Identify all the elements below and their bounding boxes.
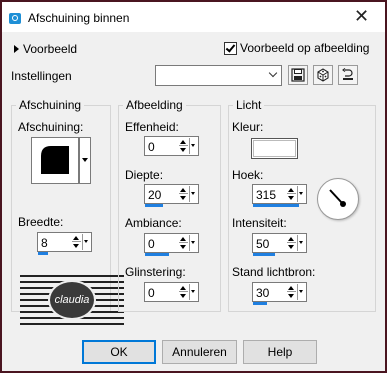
spin-arrows-icon[interactable] — [287, 284, 297, 300]
spin-arrows-icon[interactable] — [179, 138, 189, 154]
cancel-button[interactable]: Annuleren — [162, 340, 237, 364]
preview-on-image-label: Voorbeeld op afbeelding — [240, 41, 370, 55]
check-mark-icon — [225, 42, 236, 53]
angle-spinner[interactable]: 315 — [252, 184, 307, 204]
light-group-title: Licht — [233, 98, 265, 112]
random-button[interactable] — [313, 65, 333, 85]
ambience-label: Ambiance: — [125, 216, 182, 230]
preview-toggle-label: Voorbeeld — [23, 42, 78, 56]
angle-dial-needle-icon — [329, 189, 346, 207]
smoothness-value: 0 — [148, 140, 155, 154]
watermark-logo: claudia — [20, 275, 124, 325]
spin-arrows-icon[interactable] — [287, 235, 297, 251]
preview-toggle[interactable]: Voorbeeld — [11, 42, 91, 58]
dialog-window: Afschuining binnen ✕ Voorbeeld Voorbeeld… — [2, 2, 385, 371]
ambience-spinner[interactable]: 0 — [144, 233, 199, 253]
width-spinner[interactable]: 8 — [37, 232, 92, 252]
bevel-shape-preview[interactable] — [31, 137, 79, 184]
shininess-slider-dropdown[interactable] — [189, 284, 197, 300]
ambience-slider-dropdown[interactable] — [189, 235, 197, 251]
expand-arrow-icon — [14, 45, 19, 53]
save-preset-button[interactable] — [288, 65, 308, 85]
close-icon[interactable]: ✕ — [354, 6, 369, 26]
preview-on-image-checkbox[interactable] — [224, 42, 237, 55]
intensity-slider-fill — [253, 253, 275, 256]
window-title: Afschuining binnen — [28, 11, 130, 25]
manage-presets-icon — [342, 68, 353, 80]
angle-dial[interactable] — [317, 178, 359, 220]
ambience-value: 0 — [148, 237, 155, 251]
depth-label: Diepte: — [125, 168, 164, 182]
elevation-spinner[interactable]: 30 — [252, 282, 307, 302]
width-label: Breedte: — [18, 215, 64, 229]
ambience-slider-fill — [145, 253, 169, 256]
spin-arrows-icon[interactable] — [72, 234, 82, 250]
ok-button[interactable]: OK — [82, 340, 156, 364]
angle-slider-fill — [253, 204, 299, 207]
intensity-spinner[interactable]: 50 — [252, 233, 307, 253]
watermark-text: claudia — [48, 280, 96, 320]
color-label: Kleur: — [232, 120, 264, 134]
smoothness-label: Effenheid: — [125, 120, 179, 134]
width-slider-fill — [38, 252, 48, 255]
depth-slider-dropdown[interactable] — [189, 186, 197, 202]
light-color-swatch[interactable] — [251, 138, 298, 159]
manage-presets-button[interactable] — [338, 65, 358, 85]
angle-value: 315 — [256, 188, 277, 202]
smoothness-spinner[interactable]: 0 — [144, 136, 199, 156]
depth-spinner[interactable]: 20 — [144, 184, 199, 204]
angle-label: Hoek: — [232, 168, 264, 182]
bevel-group-title: Afschuining — [16, 98, 85, 112]
spin-arrows-icon[interactable] — [179, 284, 189, 300]
save-icon — [291, 68, 305, 82]
bevel-label: Afschuining: — [18, 120, 84, 134]
chevron-down-icon — [269, 69, 279, 79]
title-bar: Afschuining binnen ✕ — [2, 2, 385, 32]
angle-slider-dropdown[interactable] — [297, 186, 305, 202]
width-value: 8 — [41, 236, 48, 250]
elevation-slider-fill — [253, 302, 267, 305]
settings-label: Instellingen — [11, 69, 72, 83]
depth-slider-fill — [145, 204, 163, 207]
bevel-shape-dropdown[interactable] — [79, 137, 91, 184]
spin-arrows-icon[interactable] — [179, 186, 189, 202]
app-icon — [9, 13, 21, 24]
spin-arrows-icon[interactable] — [179, 235, 189, 251]
help-button[interactable]: Help — [243, 340, 317, 364]
bevel-shape-icon — [41, 146, 69, 174]
settings-dropdown[interactable] — [155, 65, 282, 86]
depth-value: 20 — [148, 188, 162, 202]
dice-icon — [317, 68, 329, 82]
smoothness-slider-dropdown[interactable] — [189, 138, 197, 154]
image-group-title: Afbeelding — [123, 98, 186, 112]
width-slider-dropdown[interactable] — [82, 234, 90, 250]
intensity-slider-dropdown[interactable] — [297, 235, 305, 251]
elevation-label: Stand lichtbron: — [232, 265, 316, 279]
shininess-label: Glinstering: — [125, 265, 186, 279]
intensity-value: 50 — [256, 237, 270, 251]
elevation-slider-dropdown[interactable] — [297, 284, 305, 300]
elevation-value: 30 — [256, 286, 270, 300]
spin-arrows-icon[interactable] — [287, 186, 297, 202]
shininess-value: 0 — [148, 286, 155, 300]
shininess-spinner[interactable]: 0 — [144, 282, 199, 302]
intensity-label: Intensiteit: — [232, 216, 287, 230]
